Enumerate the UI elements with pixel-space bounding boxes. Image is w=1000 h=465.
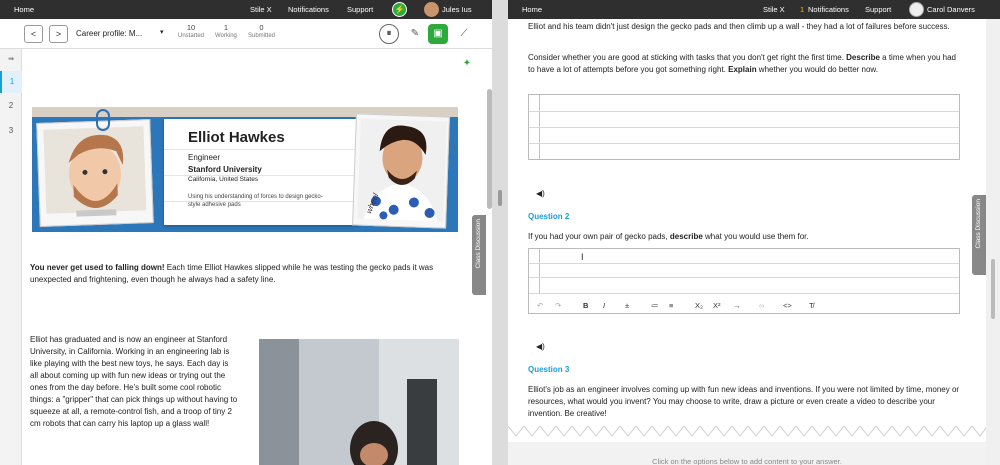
scroll-thumb[interactable] — [991, 259, 995, 319]
italic-icon[interactable]: I — [603, 301, 605, 310]
sidebar-item-1[interactable]: 1 — [0, 71, 22, 93]
stat-unstarted: 10 Unstarted — [178, 23, 205, 40]
status-icon[interactable]: ⚡ — [392, 2, 407, 17]
code-icon[interactable]: <> — [783, 301, 792, 310]
speaker-icon[interactable]: ◀) — [536, 342, 545, 351]
left-pane: < > Career profile: M... ▾ 10 Unstarted 1… — [0, 19, 492, 465]
pause-icon[interactable]: ⏸ — [379, 24, 399, 44]
speaker-icon[interactable]: ◀) — [536, 189, 545, 198]
notifications-link[interactable]: Notifications — [288, 5, 329, 14]
sidebar-item-2[interactable]: 2 — [0, 101, 22, 110]
class-discussion-tab[interactable]: Class Discussion — [472, 215, 486, 295]
profile-tagline: Using his understanding of forces to des… — [188, 194, 323, 208]
failures-paragraph: Elliot and his team didn't just design t… — [528, 22, 950, 31]
profile-banner: Elliot Hawkes Engineer Stanford Universi… — [32, 107, 458, 232]
right-scrollbar[interactable] — [986, 19, 1000, 465]
cartoon-face-icon — [43, 126, 147, 217]
sidebar-item-3[interactable]: 3 — [0, 126, 22, 135]
avatar[interactable] — [909, 2, 924, 17]
lesson-toolbar: < > Career profile: M... ▾ 10 Unstarted 1… — [0, 19, 492, 49]
question-2-label: Question 2 — [528, 212, 570, 221]
present-icon[interactable]: ▣ — [428, 24, 448, 44]
intro-paragraph: You never get used to falling down! Each… — [30, 262, 450, 286]
pencil-icon[interactable]: ✎ — [405, 24, 425, 44]
user-name[interactable]: Jules Ius — [442, 5, 472, 14]
next-button[interactable]: > — [49, 25, 68, 43]
add-content-hint: Click on the options below to add conten… — [652, 457, 842, 465]
user-name[interactable]: Carol Danvers — [927, 5, 975, 14]
profile-photo: wheel — [352, 113, 450, 229]
expand-sidebar-icon[interactable]: ⇛ — [0, 55, 22, 63]
text-cursor-icon: I — [581, 252, 584, 262]
lightbulb-icon[interactable]: ✦ — [460, 57, 470, 71]
lesson-sidebar: ⇛ 1 2 3 — [0, 49, 22, 465]
answer-box-1[interactable] — [528, 94, 960, 160]
paperclip-icon — [96, 109, 110, 131]
engineer-with-robot-icon — [259, 339, 459, 465]
profile-university: Stanford University — [188, 165, 262, 174]
question1-prompt: Consider whether you are good at stickin… — [528, 53, 956, 74]
support-link[interactable]: Support — [347, 5, 373, 14]
zigzag-divider — [508, 425, 986, 437]
answer-editor-2[interactable]: I ↶ ↷ B I ± ≔ ≡ X₂ X² → ∞ <> T̸ — [528, 248, 960, 314]
chevron-down-icon[interactable]: ▾ — [160, 28, 164, 36]
link-icon[interactable]: ∞ — [759, 301, 764, 310]
support-link[interactable]: Support — [865, 5, 891, 14]
intro-bold: You never get used to falling down! — [30, 263, 165, 272]
home-link[interactable]: Home — [522, 5, 542, 14]
divider-grip[interactable] — [498, 190, 502, 206]
class-discussion-tab[interactable]: Class Discussion — [972, 195, 986, 275]
notifications-link[interactable]: Notifications — [808, 5, 849, 14]
question-3-label: Question 3 — [528, 365, 570, 374]
undo-icon[interactable]: ↶ — [537, 301, 543, 310]
pane-divider[interactable] — [492, 0, 508, 465]
bold-icon[interactable]: B — [583, 301, 588, 310]
robot-photo — [259, 339, 459, 465]
left-topbar: Home Stile X Notifications Support ⚡ Jul… — [0, 0, 492, 19]
clear-format-icon[interactable]: T̸ — [809, 301, 814, 310]
cartoon-portrait — [36, 119, 154, 227]
subscript-icon[interactable]: X₂ — [695, 301, 703, 310]
right-topbar: Home Stile X 1 Notifications Support Car… — [508, 0, 1000, 19]
bullet-list-icon[interactable]: ≡ — [669, 301, 673, 310]
profile-role: Engineer — [188, 153, 221, 162]
superscript-icon[interactable]: X² — [713, 301, 721, 310]
question2-prompt: If you had your own pair of gecko pads, … — [528, 232, 809, 241]
profile-card: Elliot Hawkes Engineer Stanford Universi… — [164, 119, 360, 225]
math-icon[interactable]: ± — [625, 301, 629, 310]
profile-name: Elliot Hawkes — [188, 129, 285, 146]
right-pane: Elliot and his team didn't just design t… — [508, 19, 986, 465]
prev-button[interactable]: < — [24, 25, 43, 43]
app-link[interactable]: Stile X — [250, 5, 272, 14]
arrow-icon[interactable]: → — [733, 301, 741, 310]
home-link[interactable]: Home — [14, 5, 34, 14]
avatar[interactable] — [424, 2, 439, 17]
chart-icon[interactable]: ⟋ — [454, 24, 474, 44]
stat-submitted: 0 Submitted — [248, 23, 276, 40]
profile-location: California, United States — [188, 176, 259, 183]
ordered-list-icon[interactable]: ≔ — [651, 301, 659, 310]
redo-icon[interactable]: ↷ — [555, 301, 561, 310]
stat-working: 1 Working — [215, 23, 237, 40]
lesson-title[interactable]: Career profile: M... — [76, 29, 142, 38]
question3-prompt: Elliot's job as an engineer involves com… — [528, 385, 960, 418]
left-scrollbar[interactable] — [487, 89, 492, 209]
lesson-content: ✦ Elliot Hawkes Engineer Stanford Univer… — [22, 49, 470, 465]
body-paragraph: Elliot has graduated and is now an engin… — [30, 335, 238, 428]
notification-count: 1 — [800, 5, 805, 14]
app-link[interactable]: Stile X — [763, 5, 785, 14]
